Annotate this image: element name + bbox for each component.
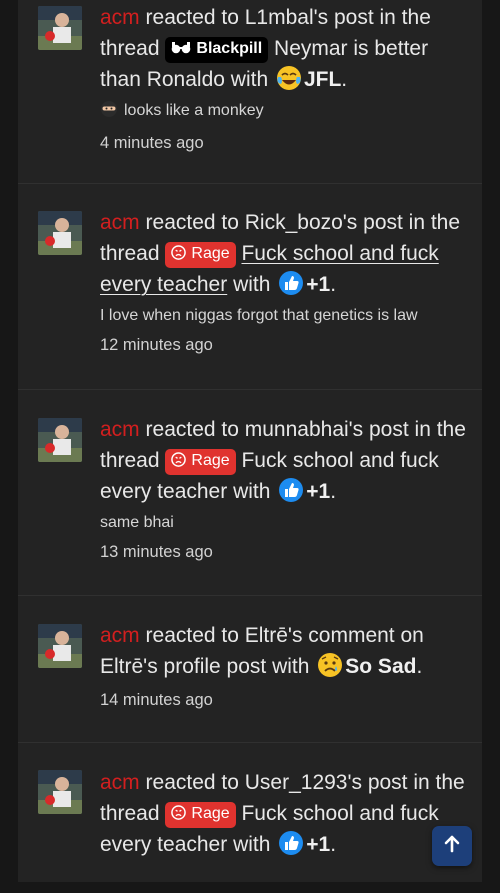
avatar[interactable]: [38, 770, 82, 814]
ninja-emoji: [100, 100, 118, 125]
angry-face-icon: [171, 451, 187, 475]
alert-with-text: with: [227, 833, 277, 856]
avatar-image: [38, 624, 82, 668]
snippet-text: I love when niggas forgot that genetics …: [100, 307, 418, 324]
alert-content: acm reacted to Rick_bozo's post in the t…: [100, 207, 472, 356]
avatar-image: [38, 770, 82, 814]
prefix-label: Rage: [191, 805, 230, 822]
alert-end-punctuation: .: [330, 833, 337, 856]
alert-text: acm reacted to Rick_bozo's post in the t…: [100, 207, 472, 300]
avatar[interactable]: [38, 6, 82, 50]
alert-with-text: with: [224, 68, 274, 91]
reaction-name: +1: [306, 480, 331, 503]
avatar[interactable]: [38, 624, 82, 668]
alert-content: acm reacted to munnabhai's post in the t…: [100, 414, 472, 563]
alert-content: acm reacted to User_1293's post in the t…: [100, 767, 472, 860]
alert-item[interactable]: acm reacted to munnabhai's post in the t…: [18, 390, 482, 596]
alert-end-punctuation: .: [330, 273, 337, 296]
thumbs-up-emoji: [278, 830, 304, 856]
glasses-icon: [171, 39, 191, 63]
alerts-panel: acm reacted to L1mbal's post in the thre…: [18, 0, 482, 882]
alert-text: acm reacted to User_1293's post in the t…: [100, 767, 472, 860]
angry-face-icon: [171, 804, 187, 828]
alert-item[interactable]: acm reacted to Eltrē's comment on Eltrē'…: [18, 596, 482, 743]
alert-end-punctuation: .: [330, 480, 337, 503]
alert-username[interactable]: acm: [100, 771, 140, 794]
snippet-text: same bhai: [100, 514, 174, 531]
alert-text: acm reacted to L1mbal's post in the thre…: [100, 2, 472, 95]
thread-prefix-rage: Rage: [165, 802, 236, 828]
thread-prefix-rage: Rage: [165, 242, 236, 268]
alert-username[interactable]: acm: [100, 624, 140, 647]
sad-face-emoji: [317, 652, 343, 678]
alert-end-punctuation: .: [341, 68, 348, 91]
thumbs-up-emoji: [278, 270, 304, 296]
angry-face-icon: [171, 244, 187, 268]
alert-item[interactable]: acm reacted to L1mbal's post in the thre…: [18, 0, 482, 184]
prefix-label: Blackpill: [196, 40, 263, 57]
alert-text: acm reacted to Eltrē's comment on Eltrē'…: [100, 620, 472, 682]
avatar-image: [38, 211, 82, 255]
alert-username[interactable]: acm: [100, 418, 140, 441]
alert-text: acm reacted to munnabhai's post in the t…: [100, 414, 472, 507]
alert-content: acm reacted to L1mbal's post in the thre…: [100, 2, 472, 154]
alert-end-punctuation: .: [416, 655, 423, 678]
thread-prefix-blackpill: Blackpill: [165, 37, 269, 63]
avatar[interactable]: [38, 418, 82, 462]
alert-username[interactable]: acm: [100, 6, 140, 29]
alert-item[interactable]: acm reacted to User_1293's post in the t…: [18, 743, 482, 893]
alert-username[interactable]: acm: [100, 211, 140, 234]
reaction-name: +1: [306, 273, 331, 296]
alert-snippet: I love when niggas forgot that genetics …: [100, 305, 472, 327]
alert-snippet: looks like a monkey: [100, 100, 472, 125]
reaction-name: So Sad: [345, 655, 417, 678]
alert-with-text: with: [227, 480, 277, 503]
alert-time[interactable]: 14 minutes ago: [100, 689, 472, 711]
alert-time[interactable]: 12 minutes ago: [100, 334, 472, 356]
prefix-label: Rage: [191, 452, 230, 469]
scroll-to-top-button[interactable]: [432, 826, 472, 866]
arrow-up-icon: [442, 834, 462, 859]
avatar-image: [38, 418, 82, 462]
snippet-text: looks like a monkey: [124, 102, 264, 119]
alert-content: acm reacted to Eltrē's comment on Eltrē'…: [100, 620, 472, 711]
thread-prefix-rage: Rage: [165, 449, 236, 475]
prefix-label: Rage: [191, 245, 230, 262]
thumbs-up-emoji: [278, 477, 304, 503]
alert-time[interactable]: 13 minutes ago: [100, 541, 472, 563]
alert-with-text: with: [227, 273, 277, 296]
avatar[interactable]: [38, 211, 82, 255]
reaction-name: +1: [306, 833, 331, 856]
avatar-image: [38, 6, 82, 50]
alert-snippet: same bhai: [100, 512, 472, 534]
reaction-name: JFL: [303, 68, 342, 91]
alert-time[interactable]: 4 minutes ago: [100, 132, 472, 154]
tears-of-joy-emoji: [276, 65, 302, 91]
alert-item[interactable]: acm reacted to Rick_bozo's post in the t…: [18, 184, 482, 390]
